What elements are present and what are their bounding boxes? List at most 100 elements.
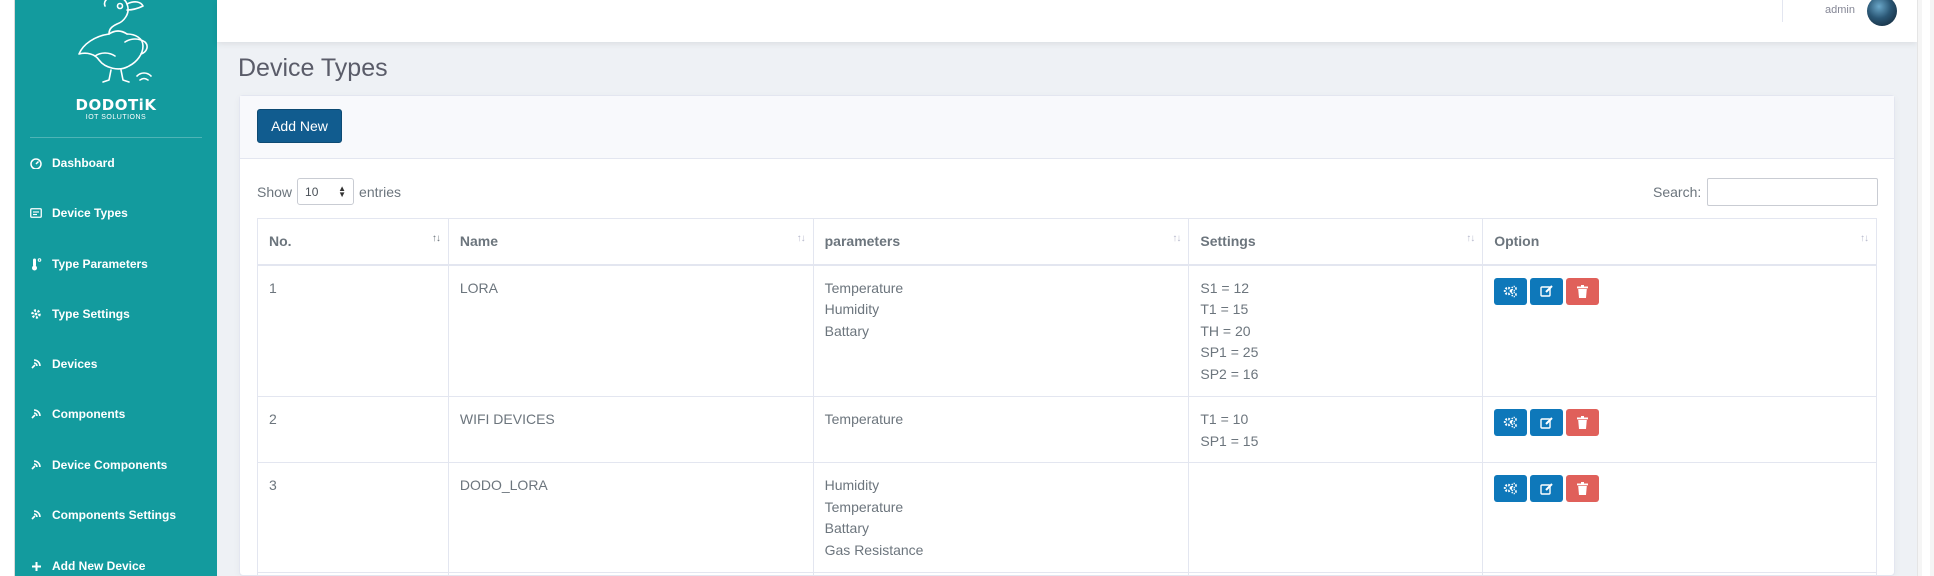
add-new-button[interactable]: Add New [257,109,342,143]
sidebar-item-type-settings[interactable]: Type Settings [15,294,217,334]
edit-button[interactable] [1530,409,1564,436]
setting-item: SP2 = 16 [1200,365,1259,382]
bird-logo-icon [78,0,152,83]
sidebar: DODOTiK IOT SOLUTIONS Dashboard Device T… [15,0,217,576]
sidebar-item-label: Type Parameters [52,257,148,271]
parameter-item: Battary [824,322,869,339]
edit-button[interactable] [1530,475,1564,502]
table-row [257,572,1877,576]
sidebar-item-label: Components [52,407,126,421]
sidebar-divider [30,137,202,138]
column-header-label: Name [459,233,498,250]
column-header-option[interactable]: Option ↑↓ [1482,218,1877,266]
entries-label: entries [359,183,402,200]
avatar[interactable] [1867,0,1897,26]
cogs-icon [1503,482,1517,495]
cell-settings [1188,572,1484,576]
parameter-item: Temperature [824,498,904,515]
user-name[interactable]: admin [1825,4,1855,16]
sidebar-item-label: Device Types [52,206,128,220]
cell-name: WIFI DEVICES [447,396,814,463]
settings-button[interactable] [1494,409,1528,436]
sidebar-item-devices[interactable]: Devices [15,344,217,384]
parameter-item: Humidity [824,301,880,318]
search-control: Search: [1653,178,1879,206]
settings-button[interactable] [1494,475,1528,502]
cell-no: 2 [257,396,449,463]
sort-icon: ↑↓ [1860,233,1869,244]
cell-name: DODO_LORA [447,462,814,573]
cell-parameters: Temperature Humidity Battary [812,264,1190,397]
id-card-icon [29,206,43,220]
parameter-item: Temperature [824,279,904,296]
table-row: 1 LORA Temperature Humidity Battary S1 =… [257,264,1877,397]
sort-icon: ↑↓ [796,233,806,244]
sidebar-item-add-new-device[interactable]: Add New Device [15,546,217,576]
sort-icon: ↑↓ [1466,233,1475,244]
delete-button[interactable] [1566,409,1600,436]
table-header-row: No. ↑↓ Name ↑↓ parameters ↑↓ Settings ↑↓ Opt… [257,218,1877,266]
sidebar-item-device-components[interactable]: Device Components [15,445,217,485]
search-input[interactable] [1707,178,1879,206]
setting-item: SP1 = 25 [1200,344,1259,361]
cell-settings: T1 = 10 SP1 = 15 [1188,396,1484,463]
sidebar-item-dashboard[interactable]: Dashboard [15,143,217,183]
scrollbar[interactable] [1917,0,1934,576]
column-header-label: No. [269,233,292,250]
column-header-settings[interactable]: Settings ↑↓ [1188,218,1484,266]
logo[interactable]: DODOTiK IOT SOLUTIONS [15,0,217,135]
edit-icon [1539,482,1553,495]
settings-button[interactable] [1494,277,1528,305]
brand-tagline: IOT SOLUTIONS [85,114,147,121]
sidebar-item-components[interactable]: Components [15,394,217,434]
setting-item: TH = 20 [1200,322,1251,339]
cell-options [1482,572,1877,576]
plus-icon [29,559,43,573]
column-header-label: Settings [1200,233,1256,250]
cell-name: LORA [447,264,814,397]
edit-button[interactable] [1530,277,1564,305]
scrollbar-thumb[interactable] [1922,0,1930,576]
sort-icon: ↑↓ [1172,233,1181,244]
cell-no [257,572,449,576]
thermometer-icon [29,257,43,271]
sidebar-item-label: Add New Device [52,559,146,573]
cogs-icon [1503,285,1517,297]
edit-icon [1539,416,1553,429]
trash-icon [1577,416,1589,429]
cell-settings: S1 = 12 T1 = 15 TH = 20 SP1 = 25 SP2 = 1… [1188,264,1484,397]
setting-item: S1 = 12 [1200,279,1250,296]
sidebar-item-device-types[interactable]: Device Types [15,193,217,233]
cell-parameters: Humidity Temperature Battary Gas Resista… [812,462,1190,573]
table-row: 3 DODO_LORA Humidity Temperature Battary… [257,462,1877,573]
column-header-label: parameters [824,233,901,250]
delete-button[interactable] [1566,277,1600,305]
parameter-item: Battary [824,520,869,537]
cell-settings [1188,462,1484,573]
left-edge-strip: atabase [0,0,15,576]
sidebar-item-label: Components Settings [52,508,177,522]
column-header-name[interactable]: Name ↑↓ [447,218,814,266]
parameter-item: Gas Resistance [824,541,924,558]
sort-updown-icon: ▲ ▼ [338,183,347,199]
cell-parameters: Temperature [812,396,1190,463]
trash-icon [1577,284,1589,298]
sidebar-item-components-settings[interactable]: Components Settings [15,495,217,535]
satellite-icon [29,357,43,371]
tachometer-icon [29,156,43,170]
column-header-no[interactable]: No. ↑↓ [257,218,449,266]
page-title: Device Types [238,54,388,82]
sidebar-item-label: Devices [52,357,98,371]
sidebar-item-type-parameters[interactable]: Type Parameters [15,244,217,284]
column-header-parameters[interactable]: parameters ↑↓ [812,218,1190,266]
cell-name [447,572,814,576]
topbar-divider [1782,0,1783,22]
cell-no: 3 [257,462,449,573]
setting-item: T1 = 15 [1200,301,1249,318]
topbar: admin [217,0,1917,42]
edit-icon [1539,285,1553,297]
table-row: 2 WIFI DEVICES Temperature T1 = 10 SP1 =… [257,396,1877,463]
parameter-item: Temperature [824,411,904,427]
delete-button[interactable] [1566,475,1600,502]
entries-select[interactable]: 10 ▲ ▼ [297,178,355,205]
